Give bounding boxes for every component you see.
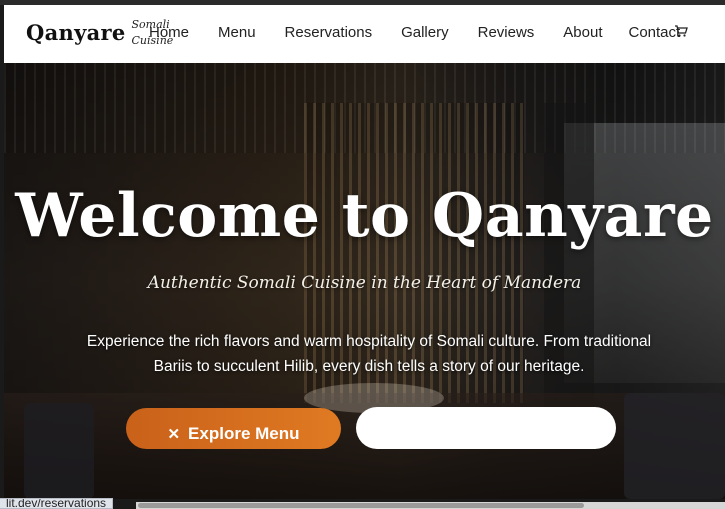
hero-section: Welcome to Qanyare Authentic Somali Cuis… xyxy=(4,63,725,499)
nav-item-menu[interactable]: Menu xyxy=(218,24,256,41)
hero-chair-right xyxy=(624,393,725,499)
nav-item-reviews[interactable]: Reviews xyxy=(478,24,535,41)
reserve-button[interactable] xyxy=(356,407,616,449)
hero-pillar xyxy=(544,103,594,433)
hero-title: Welcome to Qanyare xyxy=(15,181,714,251)
brand-name: Qanyare xyxy=(26,20,126,45)
cart-icon[interactable] xyxy=(674,23,688,37)
nav-item-reservations[interactable]: Reservations xyxy=(285,24,373,41)
status-bar-url: lit.dev/reservations xyxy=(0,498,114,509)
hero-tagline: Authentic Somali Cuisine in the Heart of… xyxy=(147,273,582,293)
explore-menu-button[interactable]: ✕ Explore Menu xyxy=(126,408,341,449)
nav-item-contact[interactable]: Contact xyxy=(629,24,681,41)
hero-description: Experience the rich flavors and warm hos… xyxy=(86,333,652,375)
utensils-icon: ✕ xyxy=(167,425,181,443)
nav-item-gallery[interactable]: Gallery xyxy=(401,24,449,41)
brand-logo[interactable]: Qanyare Somali Cuisine xyxy=(26,17,173,49)
nav-item-home[interactable]: Home xyxy=(149,24,189,41)
horizontal-scrollbar-thumb[interactable] xyxy=(138,503,584,508)
nav-item-about[interactable]: About xyxy=(563,24,602,41)
navbar: Qanyare Somali Cuisine Home Menu Reserva… xyxy=(4,5,725,63)
nav-links: Home Menu Reservations Gallery Reviews A… xyxy=(149,24,680,41)
hero-chair-left xyxy=(24,403,94,499)
explore-menu-label: Explore Menu xyxy=(188,423,300,443)
